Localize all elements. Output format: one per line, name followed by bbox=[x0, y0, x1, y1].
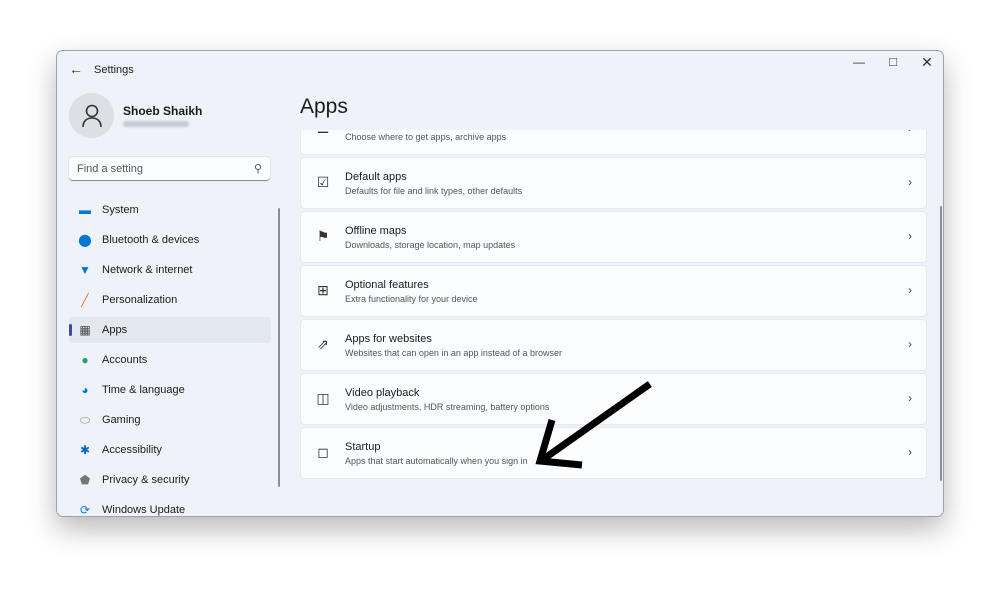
annotation-arrow bbox=[535, 381, 652, 469]
arrow-shaft bbox=[540, 381, 652, 463]
